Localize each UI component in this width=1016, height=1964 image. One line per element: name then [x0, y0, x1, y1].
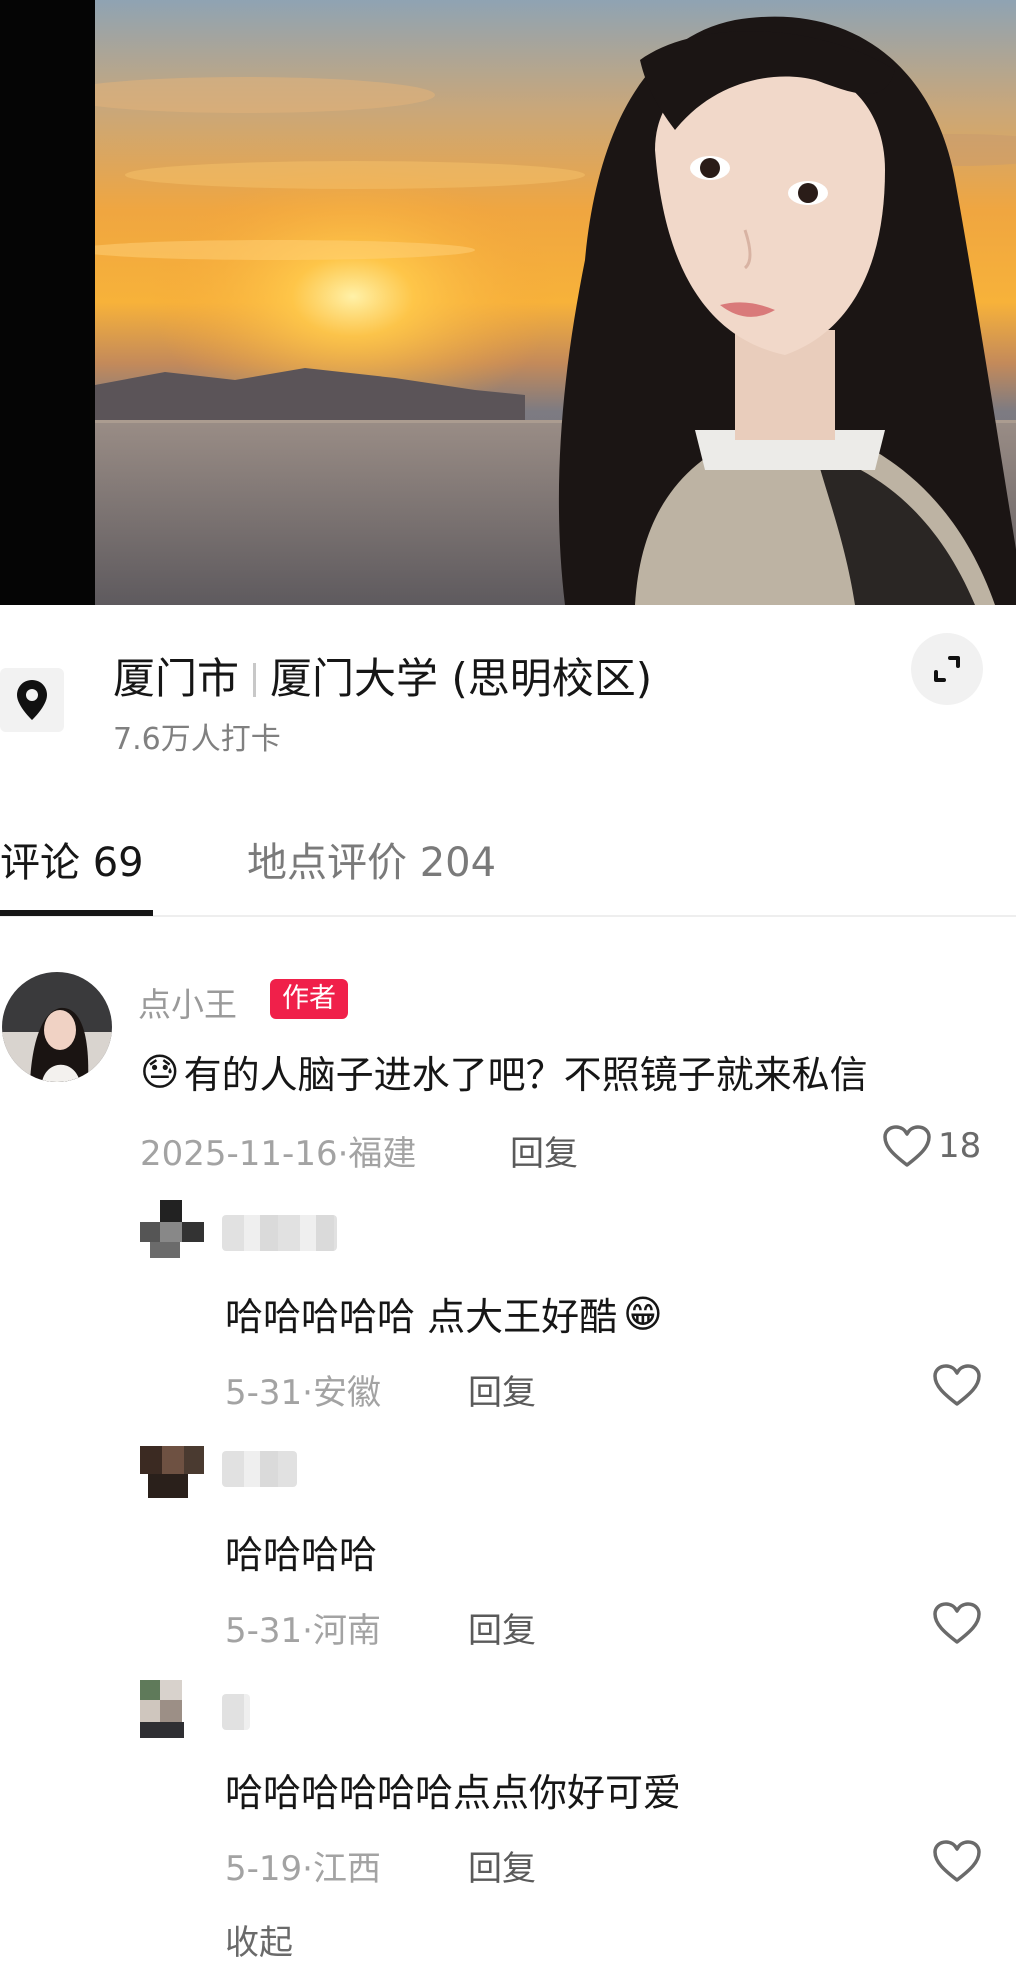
reply-body: 哈哈哈哈哈哈点点你好可爱	[225, 1771, 682, 1815]
like-button[interactable]	[932, 1601, 982, 1645]
tab-comments[interactable]: 评论 69	[0, 830, 144, 888]
reply-region: 河南	[312, 1611, 381, 1651]
blurred-username	[222, 1451, 297, 1487]
grin-emoji-icon: 😁	[623, 1291, 663, 1336]
reply-button[interactable]: 回复	[510, 1126, 578, 1175]
sweat-emoji-icon: 😓	[140, 1049, 180, 1094]
cover-photo[interactable]	[0, 0, 1016, 605]
location-pin-icon	[0, 668, 64, 732]
meta-dot: ·	[337, 1134, 349, 1174]
checkin-count: 7.6万人打卡	[113, 722, 281, 757]
like-button[interactable]: 18	[882, 1124, 981, 1168]
reply-text[interactable]: 哈哈哈哈哈 点大王好酷 😁	[225, 1286, 663, 1341]
reply-body: 哈哈哈哈	[225, 1533, 378, 1577]
reply-text[interactable]: 哈哈哈哈哈哈点点你好可爱	[225, 1762, 681, 1817]
reply-region: 安徽	[312, 1373, 381, 1413]
title-separator	[253, 663, 257, 697]
reply-date: 5-31	[225, 1373, 303, 1413]
reply-date: 5-31	[225, 1611, 303, 1651]
heart-icon	[933, 1840, 981, 1882]
location-title[interactable]: 厦门市 厦门大学 (思明校区)	[113, 645, 652, 706]
reply-region: 江西	[312, 1849, 381, 1889]
avatar[interactable]	[2, 972, 112, 1082]
author-badge: 作者	[270, 979, 348, 1019]
meta-dot: ·	[302, 1849, 313, 1889]
reply-meta: 5-19·江西	[225, 1841, 381, 1890]
reply-button[interactable]: 回复	[468, 1841, 536, 1890]
place-name[interactable]: 厦门大学 (思明校区)	[270, 654, 652, 703]
photo-letterbox	[0, 0, 95, 605]
tab-place-reviews[interactable]: 地点评价 204	[247, 830, 496, 888]
active-tab-indicator	[0, 910, 153, 916]
meta-dot: ·	[302, 1373, 313, 1413]
meta-dot: ·	[302, 1611, 313, 1651]
comment-date: 2025-11-16	[140, 1134, 338, 1174]
reply-date: 5-19	[225, 1849, 303, 1889]
reply-button[interactable]: 回复	[468, 1603, 536, 1652]
reply-avatar[interactable]	[140, 1680, 204, 1740]
reply-text[interactable]: 哈哈哈哈	[225, 1524, 377, 1579]
blurred-username	[222, 1694, 250, 1730]
comment-meta: 2025-11-16·福建	[140, 1126, 416, 1175]
like-count: 18	[938, 1126, 982, 1166]
heart-icon	[933, 1364, 981, 1406]
reply-avatar[interactable]	[140, 1200, 204, 1264]
comment-region: 福建	[348, 1134, 417, 1174]
blurred-username	[222, 1215, 337, 1251]
comment-username[interactable]: 点小王	[138, 978, 237, 1026]
reply-meta: 5-31·安徽	[225, 1365, 381, 1414]
expand-icon	[934, 656, 960, 682]
reply-avatar[interactable]	[140, 1446, 204, 1502]
like-button[interactable]	[932, 1839, 982, 1883]
reply-meta: 5-31·河南	[225, 1603, 381, 1652]
reply-button[interactable]: 回复	[468, 1365, 536, 1414]
reply-body: 哈哈哈哈哈 点大王好酷	[225, 1295, 618, 1339]
comment-text[interactable]: 😓 有的人脑子进水了吧？不照镜子就来私信	[140, 1044, 868, 1099]
collapse-replies-button[interactable]: 收起	[225, 1915, 293, 1964]
like-button[interactable]	[932, 1363, 982, 1407]
heart-icon	[933, 1602, 981, 1644]
sunset-portrait-image	[95, 0, 1016, 605]
expand-button[interactable]	[911, 633, 983, 705]
heart-icon	[883, 1125, 931, 1167]
city-name[interactable]: 厦门市	[113, 654, 239, 703]
comment-body: 有的人脑子进水了吧？不照镜子就来私信	[183, 1053, 868, 1097]
